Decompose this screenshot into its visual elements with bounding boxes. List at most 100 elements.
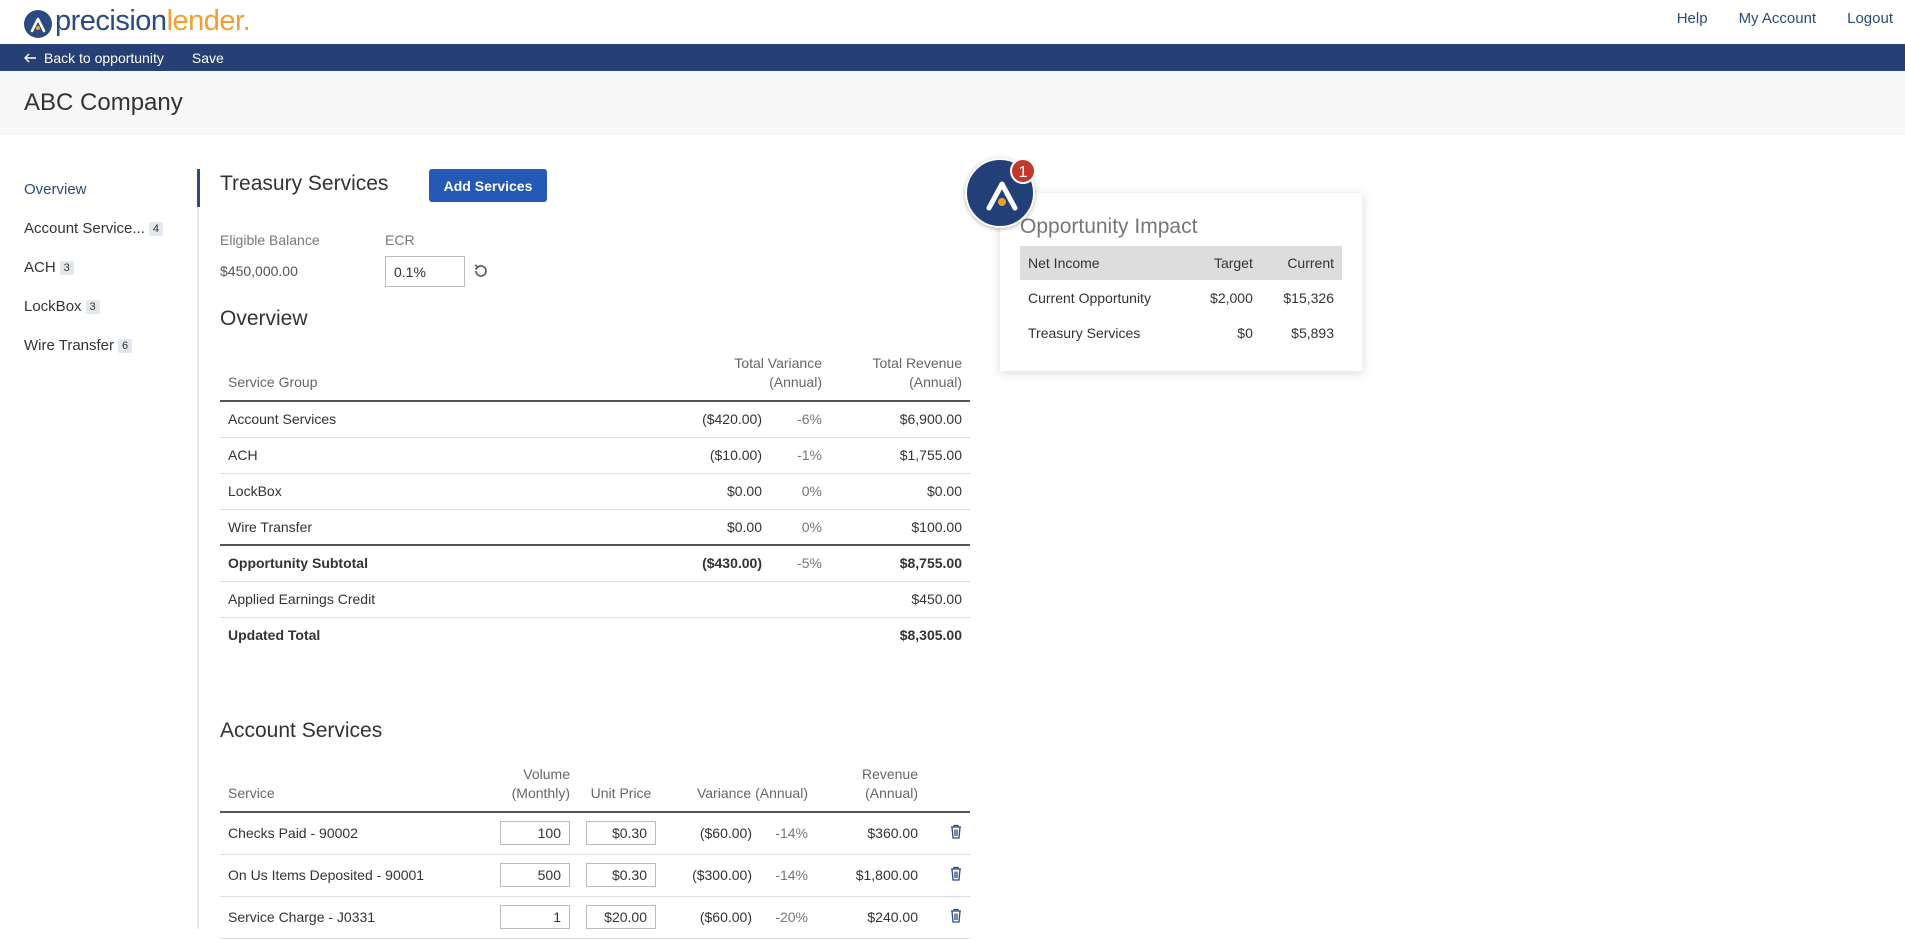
variance-cell: ($60.00) [664,812,760,855]
service-group-cell: Wire Transfer [220,509,650,546]
my-account-link[interactable]: My Account [1739,10,1817,27]
ecr-input[interactable] [385,256,465,287]
opportunity-impact-title: Opportunity Impact [1020,215,1198,238]
table-row: Wire Transfer $0.00 0% $100.00 [220,509,970,546]
help-link[interactable]: Help [1677,10,1708,27]
updated-total-label: Updated Total [228,627,321,644]
precisionlender-logo[interactable]: precisionlender. [24,4,251,38]
arrow-left-icon [24,53,36,62]
column-header: Total Variance (Annual) [734,355,822,390]
table-row: On Us Items Deposited - 90001 ($300.00) … [220,854,970,897]
table-row: Treasury Services $0 $5,893 [1020,315,1342,350]
earnings-credit-label: Applied Earnings Credit [220,581,650,618]
service-name-cell: Checks Paid - 90002 [220,812,490,855]
percent-cell: 0% [770,473,830,510]
count-badge: 4 [148,221,164,236]
column-header: Service Group [228,374,318,390]
column-header: Target [1189,246,1261,280]
volume-input[interactable] [500,821,570,846]
sidebar-item-account-services[interactable]: Account Service... 4 [0,209,200,248]
action-bar: Back to opportunity Save [0,44,1905,71]
variance-cell: ($300.00) [664,854,760,897]
unit-price-input[interactable] [586,905,656,929]
sidebar-item-label: LockBox [24,298,82,315]
overview-table: Service Group Total Variance (Annual) Tot… [220,354,970,653]
account-services-table: Service Volume (Monthly) Unit Price Varia… [220,765,970,939]
table-row: Current Opportunity $2,000 $15,326 [1020,280,1342,315]
table-row: Account Services ($420.00) -6% $6,900.00 [220,401,970,438]
unit-price-input[interactable] [586,863,656,887]
notification-badge[interactable]: 1 [1010,158,1036,184]
column-header: Volume (Monthly) [511,766,570,801]
service-group-cell: ACH [220,437,650,474]
volume-input[interactable] [500,863,570,887]
table-row: Service Charge - J0331 ($60.00) -20% $24… [220,896,970,939]
overview-title: Overview [220,307,308,330]
earnings-credit-value: $450.00 [830,581,970,618]
variance-cell: $0.00 [650,509,770,546]
table-row: ACH ($10.00) -1% $1,755.00 [220,437,970,474]
table-row: Checks Paid - 90002 ($60.00) -14% $360.0… [220,812,970,855]
sidebar-item-label: Overview [24,181,87,198]
impact-current-cell: $15,326 [1283,289,1334,306]
variance-cell: ($10.00) [650,437,770,474]
volume-input[interactable] [500,905,570,929]
sidebar-item-ach[interactable]: ACH 3 [0,248,200,287]
page-title: ABC Company [24,89,183,116]
column-header: Total Revenue (Annual) [872,355,962,390]
earnings-credit-row: Applied Earnings Credit $450.00 [220,581,970,618]
logo-icon [24,10,52,38]
back-label: Back to opportunity [44,49,164,66]
revenue-cell: $1,755.00 [830,437,970,474]
trash-icon[interactable] [950,824,962,842]
column-header: Variance (Annual) [696,785,808,801]
top-links: Help My Account Logout [1677,10,1905,27]
percent-cell: -14% [760,854,816,897]
table-header-row: Service Volume (Monthly) Unit Price Varia… [220,765,970,812]
trash-icon[interactable] [950,908,962,926]
count-badge: 3 [85,299,100,314]
sidebar-item-lockbox[interactable]: LockBox 3 [0,287,200,326]
revenue-cell: $6,900.00 [830,401,970,438]
service-name-cell: On Us Items Deposited - 90001 [220,854,490,897]
account-services-title: Account Services [220,719,383,742]
unit-price-input[interactable] [586,821,656,846]
subtotal-variance: ($430.00) [650,544,770,582]
revenue-cell: $100.00 [830,509,970,546]
sidebar-item-label: Account Service... [24,220,145,237]
add-services-button[interactable]: Add Services [429,169,547,202]
column-header: Unit Price [590,785,652,801]
variance-cell: $0.00 [650,473,770,510]
variance-cell: ($60.00) [664,896,760,939]
sidebar-item-overview[interactable]: Overview [0,170,200,209]
logout-link[interactable]: Logout [1847,10,1893,27]
save-button[interactable]: Save [192,50,224,66]
column-header: Current [1260,246,1342,280]
table-row: LockBox $0.00 0% $0.00 [220,473,970,510]
percent-cell: -20% [760,896,816,939]
ecr-label: ECR [385,232,415,248]
service-group-cell: Account Services [220,401,650,438]
trash-icon[interactable] [950,866,962,884]
column-header: Service [228,785,275,801]
back-to-opportunity-button[interactable]: Back to opportunity [24,50,164,66]
revenue-cell: $0.00 [830,473,970,510]
service-name-cell: Service Charge - J0331 [220,896,490,939]
sidebar-item-wire-transfer[interactable]: Wire Transfer 6 [0,326,200,365]
updated-total-row: Updated Total $8,305.00 [220,617,970,653]
impact-name-cell: Treasury Services [1028,324,1141,341]
service-group-cell: LockBox [220,473,650,510]
revenue-cell: $1,800.00 [816,854,926,897]
sidebar-nav: Overview Account Service... 4 ACH 3 Lock… [0,170,200,365]
impact-current-cell: $5,893 [1291,324,1334,341]
opportunity-impact-table: Net Income Target Current Current Opport… [1020,246,1342,350]
percent-cell: -6% [770,401,830,438]
reset-icon[interactable] [472,262,490,280]
percent-cell: -1% [770,437,830,474]
count-badge: 3 [59,260,74,275]
column-header: Net Income [1020,246,1190,280]
percent-cell: 0% [770,509,830,546]
subtotal-revenue: $8,755.00 [830,544,970,582]
table-header-row: Net Income Target Current [1020,246,1342,280]
subtotal-percent: -5% [770,544,830,582]
